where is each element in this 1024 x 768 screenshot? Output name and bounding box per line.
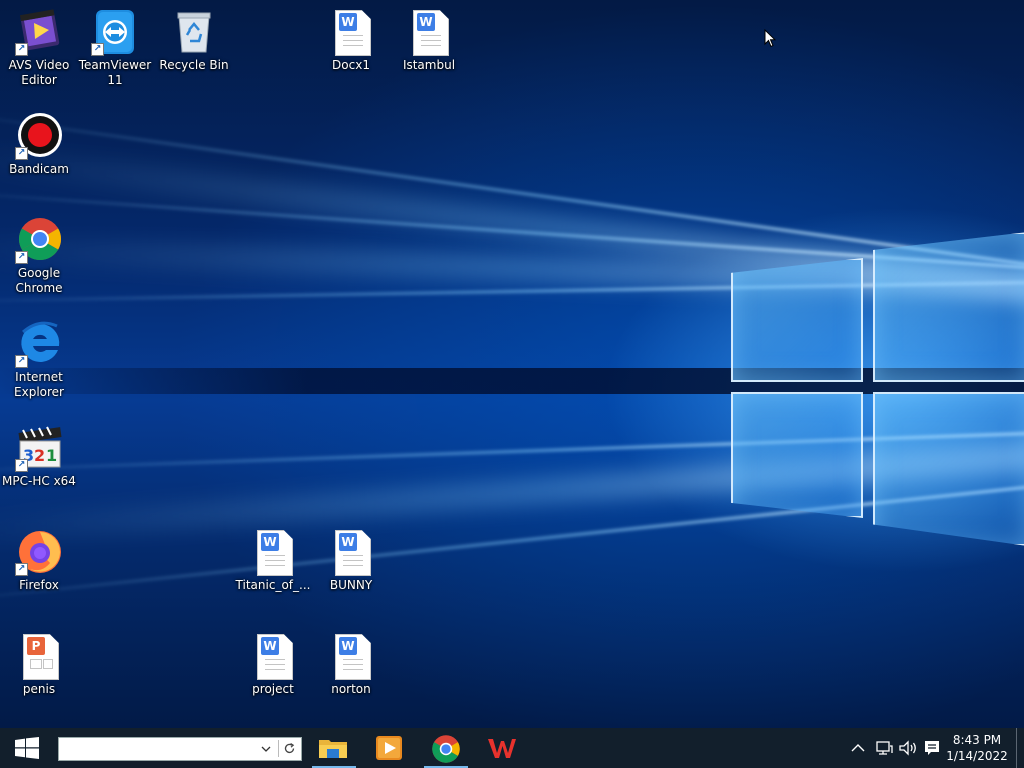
wallpaper-beam (0, 443, 1024, 546)
desktop-icon-label: Docx1 (332, 58, 370, 72)
shortcut-arrow-icon: ↗ (15, 355, 28, 368)
word-document-icon: W (405, 8, 453, 56)
desktop-icon-bunny-doc[interactable]: W BUNNY (313, 528, 389, 593)
word-document-icon: W (327, 8, 375, 56)
word-document-icon: W (327, 632, 375, 680)
svg-text:1: 1 (46, 446, 57, 465)
desktop-icon-label: norton (331, 682, 371, 696)
shortcut-arrow-icon: ↗ (15, 251, 28, 264)
desktop-icon-label: Istambul (402, 58, 456, 72)
desktop-wallpaper[interactable]: ↗ AVS Video Editor ↗ TeamViewer 11 Recyc… (0, 0, 1024, 728)
internet-explorer-icon: ↗ (15, 320, 63, 368)
volume-icon[interactable] (898, 738, 918, 758)
desktop-icon-mpc-hc[interactable]: 3 2 1 ↗ MPC-HC x64 (1, 424, 77, 489)
chrome-icon: ↗ (15, 216, 63, 264)
desktop-icon-label: Internet Explorer (14, 370, 64, 399)
shortcut-arrow-icon: ↗ (15, 459, 28, 472)
film-clapper-icon: ↗ (15, 8, 63, 56)
desktop-icon-label: BUNNY (329, 578, 373, 592)
desktop-icon-titanic-doc[interactable]: W Titanic_of_... (235, 528, 311, 593)
desktop-icon-firefox[interactable]: ↗ Firefox (1, 528, 77, 593)
taskbar-search-box[interactable] (58, 737, 302, 761)
shortcut-arrow-icon: ↗ (15, 43, 28, 56)
video-player-icon (376, 736, 402, 760)
chevron-down-icon[interactable] (261, 744, 271, 754)
network-icon[interactable] (874, 738, 894, 758)
clock-date: 1/14/2022 (946, 749, 1008, 763)
desktop-icon-internet-explorer[interactable]: ↗ Internet Explorer (1, 320, 77, 400)
system-clock[interactable]: 8:43 PM 1/14/2022 (946, 732, 1008, 764)
desktop-icon-label: project (252, 682, 294, 696)
start-button[interactable] (0, 728, 54, 768)
desktop-icon-penis-presentation[interactable]: P penis (1, 632, 77, 697)
desktop-icon-norton-doc[interactable]: W norton (313, 632, 389, 697)
taskbar-file-explorer[interactable] (308, 728, 360, 768)
shortcut-arrow-icon: ↗ (91, 43, 104, 56)
windows-logo-pane (731, 258, 863, 382)
chrome-icon (432, 735, 460, 763)
word-document-icon: W (249, 632, 297, 680)
windows-logo-pane (873, 392, 1024, 546)
desktop-icon-google-chrome[interactable]: ↗ Google Chrome (1, 216, 77, 296)
shortcut-arrow-icon: ↗ (15, 563, 28, 576)
media-player-icon: 3 2 1 ↗ (15, 424, 63, 472)
desktop-icon-label: AVS Video Editor (8, 58, 70, 87)
windows-logo-pane (731, 392, 863, 518)
desktop-icon-bandicam[interactable]: ↗ Bandicam (1, 112, 77, 177)
desktop-icon-recycle-bin[interactable]: Recycle Bin (156, 8, 232, 73)
desktop-icon-docx1[interactable]: W Docx1 (313, 8, 389, 73)
svg-text:2: 2 (34, 446, 45, 465)
clock-time: 8:43 PM (952, 733, 1002, 747)
mouse-pointer-icon (764, 29, 776, 48)
search-input[interactable] (59, 738, 263, 758)
presentation-document-icon: P (15, 632, 63, 680)
wps-office-icon (488, 739, 516, 758)
firefox-icon: ↗ (15, 528, 63, 576)
taskbar-video-player[interactable] (364, 728, 416, 768)
desktop-icon-project-doc[interactable]: W project (235, 632, 311, 697)
word-document-icon: W (249, 528, 297, 576)
desktop-icon-label: penis (22, 682, 56, 696)
notification-icon[interactable] (922, 738, 942, 758)
refresh-icon[interactable] (283, 742, 296, 755)
desktop-icon-label: MPC-HC x64 (2, 474, 76, 488)
shortcut-arrow-icon: ↗ (15, 147, 28, 160)
word-document-icon: W (327, 528, 375, 576)
taskbar-google-chrome[interactable] (420, 728, 472, 768)
desktop-icon-avs-video-editor[interactable]: ↗ AVS Video Editor (1, 8, 77, 88)
desktop-icon-teamviewer[interactable]: ↗ TeamViewer 11 (77, 8, 153, 88)
windows-logo-pane (873, 232, 1024, 382)
desktop-icon-label: Recycle Bin (159, 58, 229, 72)
teamviewer-icon: ↗ (91, 8, 139, 56)
desktop-icon-label: Firefox (19, 578, 59, 592)
chevron-up-icon[interactable] (848, 738, 868, 758)
desktop-icon-istambul[interactable]: W Istambul (391, 8, 467, 73)
recycle-bin-icon (170, 8, 218, 56)
taskbar: 8:43 PM 1/14/2022 (0, 728, 1024, 768)
folder-icon (319, 740, 347, 758)
taskbar-wps-office[interactable] (476, 728, 528, 768)
show-desktop-button[interactable] (1016, 728, 1024, 768)
windows-logo-icon (15, 737, 39, 759)
desktop-icon-label: Bandicam (9, 162, 69, 176)
wallpaper-horizon-band (0, 368, 1024, 394)
desktop-icon-label: Titanic_of_... (235, 578, 311, 592)
desktop-icon-label: TeamViewer 11 (78, 58, 152, 87)
desktop-icon-label: Google Chrome (15, 266, 63, 295)
record-icon: ↗ (15, 112, 63, 160)
